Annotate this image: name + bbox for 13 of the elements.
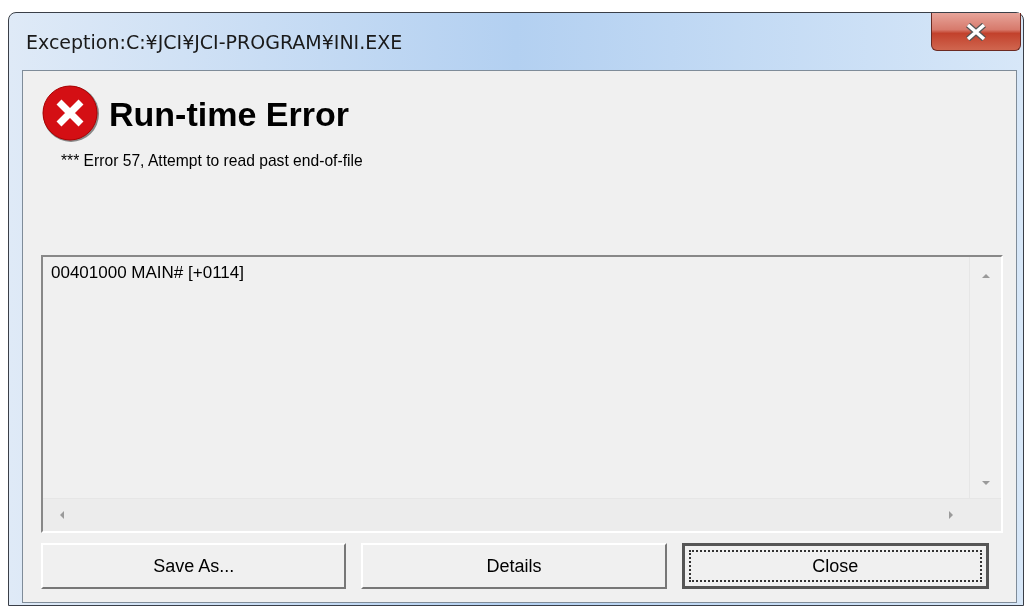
scroll-right-icon[interactable] xyxy=(946,510,956,520)
scroll-down-icon[interactable] xyxy=(980,478,991,488)
error-message: *** Error 57, Attempt to read past end-of-file xyxy=(61,151,364,171)
trace-box[interactable]: 00401000 MAIN# [+0114] xyxy=(41,255,1003,533)
close-icon xyxy=(965,22,987,41)
close-button[interactable] xyxy=(931,13,1021,51)
trace-line: 00401000 MAIN# [+0114] xyxy=(51,263,245,283)
window-title: Exception:C:¥JCI¥JCI-PROGRAM¥INI.EXE xyxy=(25,30,403,53)
error-heading: Run-time Error xyxy=(109,94,349,134)
dialog-button[interactable]: Save As... xyxy=(41,543,347,589)
scroll-up-icon[interactable] xyxy=(980,271,991,281)
dialog-button[interactable]: Close xyxy=(681,543,989,589)
dialog-button[interactable]: Details xyxy=(361,543,667,589)
